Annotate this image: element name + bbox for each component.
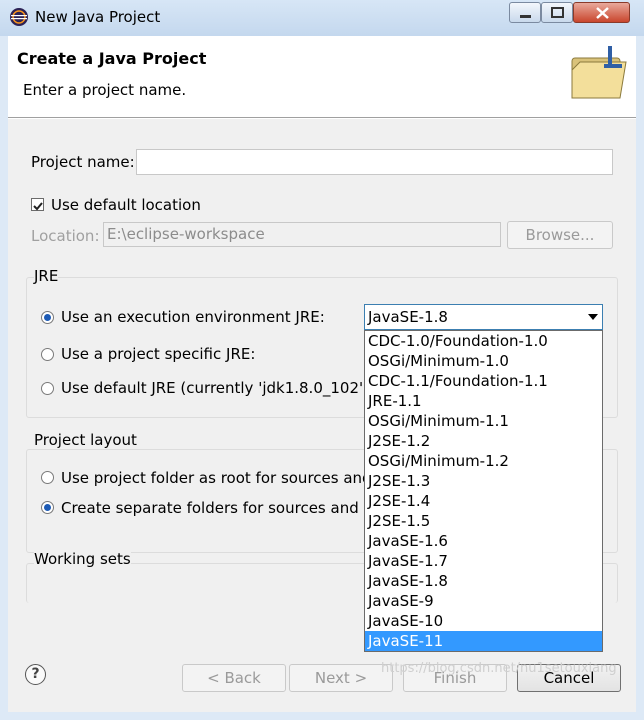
dropdown-option[interactable]: JavaSE-1.7 [365,551,602,571]
dialog-body: Create a Java Project Enter a project na… [8,36,636,712]
next-button[interactable]: Next > [289,664,393,692]
dropdown-option[interactable]: JRE-1.1 [365,391,602,411]
radio-project-folder-root[interactable] [41,471,54,484]
dropdown-option[interactable]: J2SE-1.4 [365,491,602,511]
radio-default-jre-label: Use default JRE (currently 'jdk1.8.0_102… [61,379,369,397]
project-name-input[interactable] [136,149,613,175]
banner-message: Enter a project name. [23,81,187,99]
dropdown-option[interactable]: J2SE-1.2 [365,431,602,451]
help-icon[interactable]: ? [25,664,46,685]
radio-default-jre[interactable] [41,382,54,395]
minimize-icon [520,15,531,18]
dropdown-option[interactable]: OSGi/Minimum-1.2 [365,451,602,471]
jre-group-title: JRE [34,267,59,285]
dropdown-option[interactable]: JavaSE-1.8 [365,571,602,591]
banner-title: Create a Java Project [17,49,207,68]
dropdown-option[interactable]: J2SE-1.5 [365,511,602,531]
radio-project-folder-root-label: Use project folder as root for sources a… [61,469,372,487]
dropdown-option-highlighted[interactable]: JavaSE-11 [365,631,602,651]
minimize-button[interactable] [509,2,541,23]
eclipse-icon [10,8,28,26]
maximize-icon [551,7,564,18]
radio-separate-folders-label: Create separate folders for sources and … [61,499,376,517]
radio-project-specific-jre-label: Use a project specific JRE: [61,345,256,363]
execution-environment-combo[interactable]: JavaSE-1.8 [364,304,603,330]
browse-button[interactable]: Browse... [507,221,613,249]
dropdown-option[interactable]: CDC-1.1/Foundation-1.1 [365,371,602,391]
banner-separator [8,118,636,119]
dropdown-option[interactable]: JavaSE-1.6 [365,531,602,551]
dropdown-option[interactable]: J2SE-1.3 [365,471,602,491]
project-layout-title: Project layout [34,431,137,449]
location-input[interactable]: E:\eclipse-workspace [103,222,501,247]
radio-execution-environment[interactable] [41,311,54,324]
execution-environment-dropdown[interactable]: CDC-1.0/Foundation-1.0 OSGi/Minimum-1.0 … [364,330,603,652]
dropdown-option[interactable]: OSGi/Minimum-1.1 [365,411,602,431]
project-name-label: Project name: [31,153,135,171]
dropdown-arrow-icon [588,314,598,320]
new-folder-icon [571,46,627,99]
radio-execution-environment-label: Use an execution environment JRE: [61,308,325,326]
watermark: https://blog.csdn.net/nu1setouxiang [381,661,617,676]
dropdown-option[interactable]: CDC-1.0/Foundation-1.0 [365,331,602,351]
title-bar: New Java Project [0,0,644,36]
new-java-project-window: New Java Project Create a Java Project E… [0,0,644,720]
working-sets-title: Working sets [34,550,131,568]
close-icon [596,7,609,19]
checkmark-icon [33,202,43,211]
window-title: New Java Project [35,8,161,26]
location-label: Location: [31,227,100,245]
radio-separate-folders[interactable] [41,501,54,514]
execution-environment-value: JavaSE-1.8 [368,308,448,326]
dropdown-option[interactable]: JavaSE-10 [365,611,602,631]
maximize-button[interactable] [541,2,573,23]
dropdown-option[interactable]: OSGi/Minimum-1.0 [365,351,602,371]
use-default-location-checkbox[interactable] [31,198,44,211]
header-banner: Create a Java Project Enter a project na… [8,36,636,118]
dropdown-option[interactable]: JavaSE-9 [365,591,602,611]
close-button[interactable] [573,2,630,23]
use-default-location-label: Use default location [51,196,201,214]
back-button[interactable]: < Back [182,664,286,692]
radio-project-specific-jre[interactable] [41,348,54,361]
